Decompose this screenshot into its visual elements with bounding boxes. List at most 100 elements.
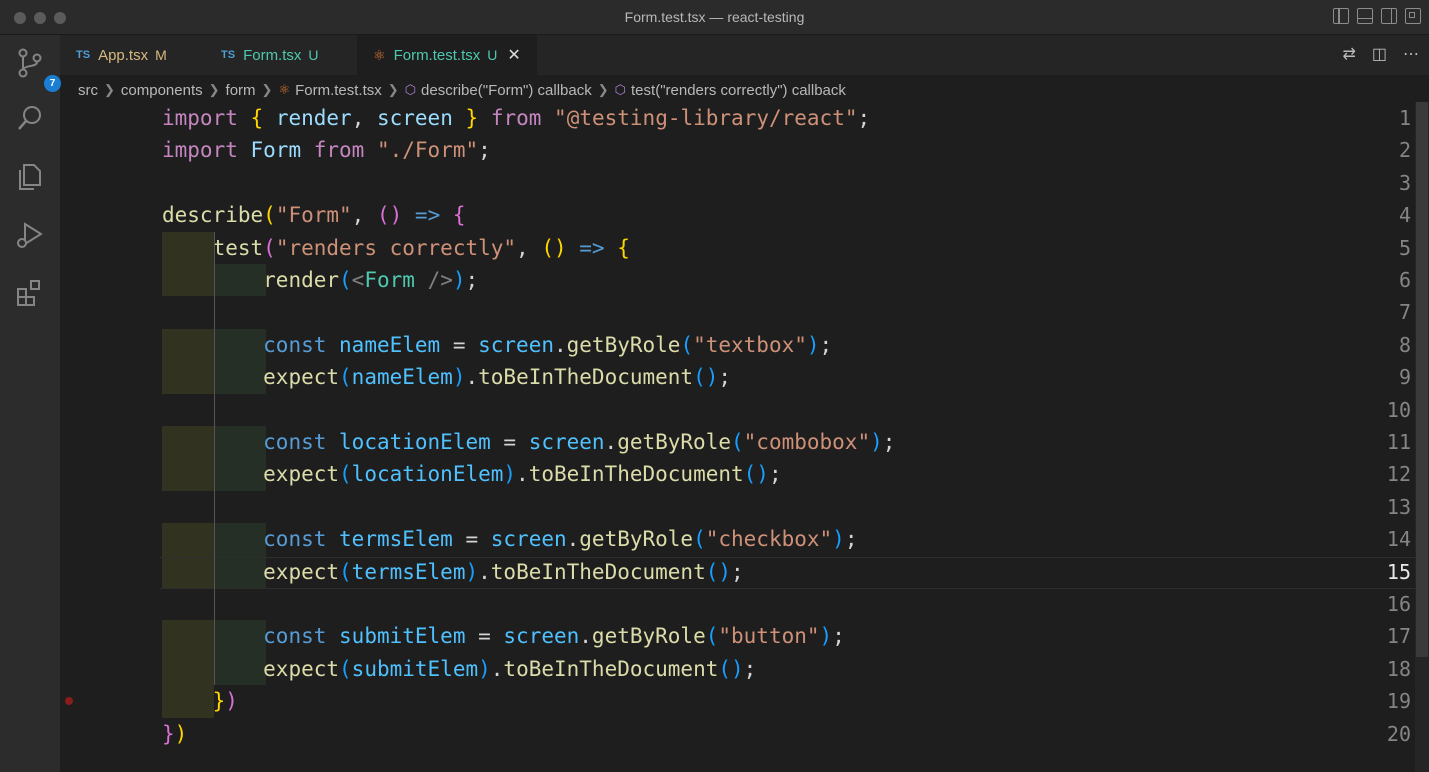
line-number[interactable]: 13 — [1351, 491, 1411, 523]
line-number[interactable]: 20 — [1351, 718, 1411, 750]
toggle-primary-sidebar-icon[interactable] — [1333, 8, 1349, 24]
line-number[interactable]: 14 — [1351, 523, 1411, 555]
breadcrumb-item[interactable]: form — [226, 82, 256, 99]
line-number[interactable]: 8 — [1351, 329, 1411, 361]
tab-form-test-tsx[interactable]: ⚛ Form.test.tsx U ✕ — [357, 35, 537, 75]
toggle-secondary-sidebar-icon[interactable] — [1381, 8, 1397, 24]
code-token: < — [351, 268, 365, 292]
code-token: = — [452, 527, 491, 552]
code-line[interactable]: const submitElem = screen.getByRole("but… — [162, 620, 845, 652]
code-line[interactable]: import { render, screen } from "@testing… — [162, 102, 870, 134]
code-line[interactable]: const locationElem = screen.getByRole("c… — [162, 426, 895, 458]
code-token: } — [212, 689, 226, 714]
customize-layout-icon[interactable] — [1405, 8, 1421, 24]
code-line[interactable]: }) — [162, 685, 238, 717]
tab-form-tsx[interactable]: TS Form.tsx U — [205, 35, 357, 75]
line-number[interactable]: 15 — [1351, 556, 1411, 588]
code-line[interactable]: const nameElem = screen.getByRole("textb… — [162, 329, 832, 361]
code-line[interactable]: test("renders correctly", () => { — [162, 232, 630, 264]
line-number[interactable]: 7 — [1351, 296, 1411, 328]
code-token: termsElem — [339, 527, 453, 552]
code-line[interactable]: expect(nameElem).toBeInTheDocument(); — [162, 361, 731, 393]
breadcrumb-item[interactable]: Form.test.tsx — [295, 82, 382, 99]
line-number[interactable]: 6 — [1351, 264, 1411, 296]
breadcrumb: src ❯ components ❯ form ❯ ⚛ Form.test.ts… — [78, 80, 846, 100]
code-token: = — [490, 430, 529, 454]
code-line[interactable]: expect(locationElem).toBeInTheDocument()… — [162, 458, 781, 490]
code-token: import — [162, 138, 238, 163]
breakpoint-icon[interactable] — [65, 697, 73, 706]
line-number[interactable]: 18 — [1351, 653, 1411, 685]
code-token: = — [440, 332, 479, 357]
code-token: expect — [263, 656, 340, 681]
breadcrumb-item[interactable]: describe("Form") callback — [421, 82, 592, 99]
code-token: Form — [250, 138, 302, 163]
code-token: ( — [263, 203, 276, 228]
vertical-scrollbar[interactable] — [1415, 102, 1429, 772]
code-token: submitElem — [351, 656, 479, 681]
tab-app-tsx[interactable]: TS App.tsx M — [60, 35, 205, 75]
open-changes-icon[interactable]: ⇄ — [1342, 46, 1355, 64]
code-line[interactable]: describe("Form", () => { — [162, 199, 466, 231]
line-number[interactable]: 11 — [1351, 426, 1411, 458]
breadcrumb-item[interactable]: src — [78, 82, 98, 99]
run-debug-icon[interactable] — [14, 219, 46, 251]
line-number[interactable]: 10 — [1351, 394, 1411, 426]
line-number[interactable]: 2 — [1351, 134, 1411, 166]
code-token: } — [162, 721, 175, 746]
extensions-icon[interactable] — [14, 277, 46, 309]
tab-status: U — [487, 47, 498, 63]
code-token: locationElem — [351, 462, 504, 487]
code-line[interactable]: const termsElem = screen.getByRole("chec… — [162, 523, 857, 555]
code-token: "textbox" — [693, 332, 807, 357]
code-token: /> — [427, 268, 453, 292]
breadcrumb-item[interactable]: test("renders correctly") callback — [631, 82, 846, 99]
code-token: ; — [731, 559, 744, 584]
line-number[interactable]: 19 — [1351, 685, 1411, 717]
code-token: ( — [693, 527, 706, 552]
code-token: ; — [478, 138, 491, 163]
code-token: ; — [718, 365, 732, 390]
breadcrumb-item[interactable]: components — [121, 82, 203, 99]
code-token: ) — [503, 462, 517, 487]
code-token: => — [414, 203, 441, 228]
code-token: ) — [870, 430, 883, 454]
line-number[interactable]: 1 — [1351, 102, 1411, 134]
more-actions-icon[interactable]: ⋯ — [1403, 46, 1419, 64]
line-number[interactable]: 4 — [1351, 199, 1411, 231]
line-number[interactable]: 12 — [1351, 458, 1411, 490]
code-line[interactable]: expect(termsElem).toBeInTheDocument(); — [162, 556, 744, 588]
code-token: termsElem — [351, 559, 466, 584]
code-line[interactable]: import Form from "./Form"; — [162, 134, 491, 166]
code-token: describe — [162, 203, 264, 228]
line-number[interactable]: 17 — [1351, 620, 1411, 652]
code-line[interactable]: }) — [162, 718, 187, 750]
code-token: ( — [731, 430, 744, 454]
line-number[interactable]: 16 — [1351, 588, 1411, 620]
code-token: screen — [490, 527, 567, 552]
source-control-icon[interactable]: 7 — [14, 47, 61, 92]
line-number[interactable]: 9 — [1351, 361, 1411, 393]
line-number[interactable]: 5 — [1351, 232, 1411, 264]
close-tab-icon[interactable]: ✕ — [507, 45, 520, 65]
code-token: toBeInTheDocument — [490, 559, 706, 584]
line-number[interactable]: 3 — [1351, 167, 1411, 199]
search-icon[interactable] — [14, 103, 46, 135]
code-line[interactable]: render(<Form />); — [162, 264, 478, 296]
split-editor-icon[interactable]: ◫ — [1372, 46, 1387, 64]
activity-bar: 7 — [0, 35, 61, 772]
chevron-right-icon: ❯ — [208, 82, 220, 97]
tab-label: App.tsx — [98, 46, 149, 64]
toggle-panel-icon[interactable] — [1357, 8, 1373, 24]
code-token: render — [275, 106, 352, 130]
code-line[interactable]: expect(submitElem).toBeInTheDocument(); — [162, 653, 756, 685]
code-editor[interactable]: 1 import { render, screen } from "@testin… — [60, 102, 1429, 772]
explorer-icon[interactable] — [14, 161, 46, 193]
code-token: ) — [225, 689, 238, 714]
scrollbar-thumb[interactable] — [1416, 102, 1428, 657]
